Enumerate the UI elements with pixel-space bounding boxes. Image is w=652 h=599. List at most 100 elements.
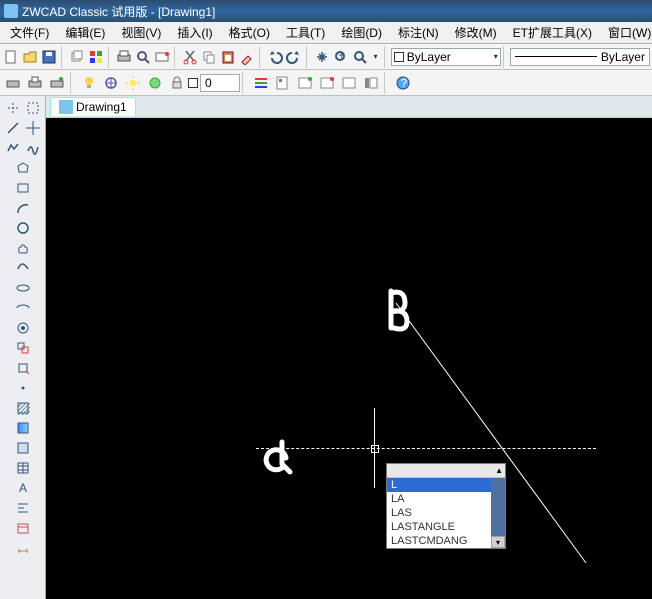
menu-dim[interactable]: 标注(N)	[390, 22, 447, 43]
menu-window[interactable]: 窗口(W)	[600, 22, 652, 43]
linetype-dropdown[interactable]: ByLayer	[510, 48, 650, 66]
copy-button[interactable]	[200, 46, 219, 68]
menu-modify[interactable]: 修改(M)	[447, 22, 505, 43]
cut-button[interactable]	[181, 46, 200, 68]
svg-text:A: A	[19, 481, 27, 495]
crosshair-h	[256, 448, 596, 449]
doc-icon	[59, 100, 73, 114]
zoom-rt-button[interactable]: +	[332, 46, 351, 68]
line-preview	[515, 56, 597, 57]
app-icon	[4, 4, 18, 18]
print-a-button[interactable]	[2, 72, 24, 94]
calendar-tool[interactable]	[13, 518, 33, 538]
save-button[interactable]	[40, 46, 59, 68]
scroll-thumb[interactable]	[491, 478, 505, 536]
ac-option-1[interactable]: LA	[387, 492, 505, 506]
ac-option-0[interactable]: L	[387, 478, 505, 492]
ellipse-arc-tool[interactable]	[13, 298, 33, 318]
circ-button[interactable]	[144, 72, 166, 94]
layer-color-swatch	[394, 52, 404, 62]
layer0-name[interactable]: 0	[200, 74, 240, 92]
xline-tool[interactable]	[23, 118, 43, 138]
palette-a-button[interactable]	[272, 72, 294, 94]
svg-text:+: +	[338, 49, 345, 62]
palette-b-button[interactable]	[294, 72, 316, 94]
doc-tab-label: Drawing1	[76, 100, 127, 114]
dim-tool[interactable]	[13, 538, 33, 558]
ac-option-4[interactable]: LASTCMDANG	[387, 534, 505, 548]
palette-d-button[interactable]	[338, 72, 360, 94]
text-tool[interactable]: A	[13, 478, 33, 498]
bulb-button[interactable]	[78, 72, 100, 94]
doc-tab-drawing1[interactable]: Drawing1	[50, 97, 136, 116]
gradient-tool[interactable]	[13, 418, 33, 438]
rect-tool[interactable]	[13, 178, 33, 198]
tool-misc-b[interactable]	[23, 98, 43, 118]
line-tool[interactable]	[3, 118, 23, 138]
color-button[interactable]	[87, 46, 106, 68]
ac-header[interactable]: ▲	[387, 464, 505, 478]
print-b-button[interactable]	[24, 72, 46, 94]
pickbox	[371, 445, 379, 453]
zoom-window-button[interactable]	[351, 46, 370, 68]
ac-scrollbar[interactable]: ▾	[491, 478, 505, 548]
zoom-dd-arrow[interactable]: ▾	[374, 52, 378, 61]
palette-c-button[interactable]	[316, 72, 338, 94]
freeze-button[interactable]	[100, 72, 122, 94]
redo-button[interactable]	[285, 46, 304, 68]
menu-insert[interactable]: 插入(I)	[169, 22, 220, 43]
menu-file[interactable]: 文件(F)	[2, 22, 57, 43]
lock-button[interactable]	[166, 72, 188, 94]
menu-et[interactable]: ET扩展工具(X)	[505, 22, 600, 43]
donut-tool[interactable]	[13, 318, 33, 338]
linetype-name: ByLayer	[601, 50, 645, 64]
table-tool[interactable]	[13, 458, 33, 478]
ac-option-3[interactable]: LASTANGLE	[387, 520, 505, 534]
circle-tool[interactable]	[13, 218, 33, 238]
hatch-tool[interactable]	[13, 398, 33, 418]
scroll-down-button[interactable]: ▾	[491, 536, 505, 548]
layer-dropdown[interactable]: ByLayer ▾	[391, 48, 501, 66]
preview-button[interactable]	[134, 46, 153, 68]
draw-toolbox: A	[0, 96, 46, 599]
svg-text:?: ?	[401, 76, 408, 90]
publish-button[interactable]	[153, 46, 172, 68]
revcloud-tool[interactable]	[13, 238, 33, 258]
matchprop-button[interactable]	[238, 46, 257, 68]
menu-draw[interactable]: 绘图(D)	[333, 22, 390, 43]
open-button[interactable]	[21, 46, 40, 68]
menu-format[interactable]: 格式(O)	[221, 22, 278, 43]
document-area: Drawing1 ▲ L LA LAS LASTANGLE LASTCMDANG	[46, 96, 652, 599]
layer0-swatch	[188, 78, 198, 88]
document-tabs: Drawing1	[46, 96, 652, 118]
region-tool[interactable]	[13, 438, 33, 458]
menu-tools[interactable]: 工具(T)	[278, 22, 333, 43]
help-button[interactable]: ?	[392, 72, 414, 94]
align-tool[interactable]	[13, 498, 33, 518]
window-title: ZWCAD Classic 试用版 - [Drawing1]	[22, 3, 215, 20]
spline2-tool[interactable]	[13, 258, 33, 278]
pan-button[interactable]	[313, 46, 332, 68]
polygon-tool[interactable]	[13, 158, 33, 178]
undo-stack-button[interactable]	[68, 46, 87, 68]
menu-edit[interactable]: 编辑(E)	[57, 22, 113, 43]
palette-e-button[interactable]	[360, 72, 382, 94]
menu-view[interactable]: 视图(V)	[113, 22, 169, 43]
undo-button[interactable]	[266, 46, 285, 68]
arc-tool[interactable]	[13, 198, 33, 218]
paste-button[interactable]	[219, 46, 238, 68]
tool-misc-a[interactable]	[3, 98, 23, 118]
ellipse-tool[interactable]	[13, 278, 33, 298]
sun-button[interactable]	[122, 72, 144, 94]
layerprops-button[interactable]	[250, 72, 272, 94]
spline-tool[interactable]	[23, 138, 43, 158]
new-button[interactable]	[2, 46, 21, 68]
ac-option-2[interactable]: LAS	[387, 506, 505, 520]
insert-tool[interactable]	[13, 358, 33, 378]
drawing-canvas[interactable]: ▲ L LA LAS LASTANGLE LASTCMDANG ▾	[46, 118, 652, 599]
block-tool[interactable]	[13, 338, 33, 358]
point-tool[interactable]	[13, 378, 33, 398]
plot-button[interactable]	[115, 46, 134, 68]
pline-tool[interactable]	[3, 138, 23, 158]
print-c-button[interactable]	[46, 72, 68, 94]
